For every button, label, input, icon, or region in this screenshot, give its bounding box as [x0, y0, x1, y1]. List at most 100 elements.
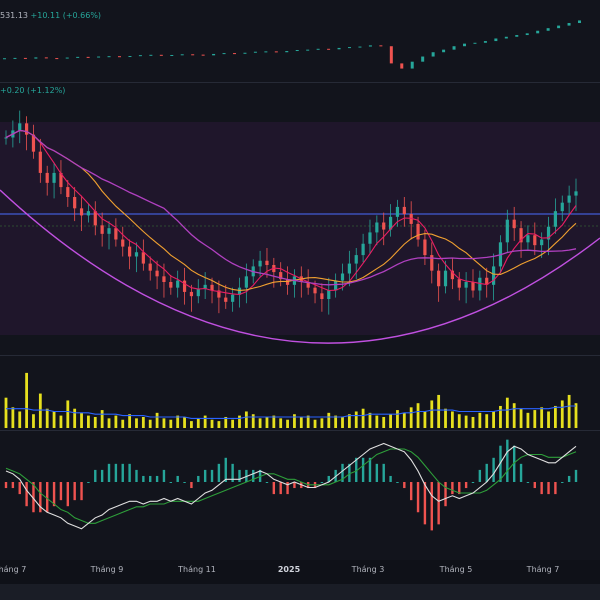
macd-histogram-bar — [416, 482, 420, 513]
volume-bar — [409, 407, 413, 428]
index-candle — [368, 45, 372, 47]
volume-bar — [519, 408, 523, 428]
macd-histogram-bar — [444, 482, 447, 507]
price-candle — [368, 232, 372, 244]
macd-histogram-bar — [59, 482, 63, 501]
volume-bar — [73, 408, 77, 428]
x-tick-label: 2025 — [277, 565, 301, 574]
volume-bar — [279, 418, 283, 428]
index-candle — [253, 51, 257, 53]
index-candle — [97, 56, 101, 58]
volume-bar — [100, 410, 104, 428]
volume-bar — [265, 416, 269, 428]
macd-histogram-bar — [128, 463, 131, 482]
price-candle — [231, 294, 235, 302]
macd-histogram-bar — [286, 482, 289, 495]
macd-histogram-bar — [492, 457, 495, 482]
index-candle — [264, 51, 268, 53]
bottom-toolbar — [0, 584, 600, 600]
index-candle — [55, 58, 59, 60]
macd-histogram-bar — [265, 482, 269, 483]
index-candle — [400, 63, 404, 69]
macd-histogram-bar — [135, 469, 138, 482]
macd-histogram-bar — [561, 482, 564, 483]
macd-histogram-bar — [396, 482, 399, 483]
macd-histogram-bar — [382, 463, 385, 482]
chart-canvas[interactable] — [0, 0, 600, 600]
index-candle — [348, 47, 351, 49]
volume-bar — [299, 416, 303, 428]
macd-histogram-bar — [279, 482, 282, 495]
index-candle — [243, 52, 247, 54]
volume-bar — [485, 414, 489, 428]
macd-histogram-bar — [540, 482, 543, 495]
index-candle — [149, 54, 153, 56]
index-candle — [191, 54, 195, 56]
index-candle — [463, 43, 466, 47]
volume-bar — [238, 415, 241, 428]
volume-bar — [80, 412, 83, 428]
index-candle — [358, 46, 362, 48]
x-tick-label: Tháng 5 — [439, 565, 473, 574]
macd-histogram-bar — [464, 482, 468, 489]
index-candle — [431, 52, 435, 57]
volume-bar — [25, 372, 29, 428]
macd-histogram-bar — [73, 482, 76, 501]
volume-bar — [553, 405, 557, 428]
volume-bar — [389, 414, 392, 428]
volume-bar — [210, 419, 214, 428]
price-candle — [114, 228, 118, 240]
index-candle — [274, 51, 278, 53]
macd-histogram-bar — [423, 482, 427, 525]
macd-histogram-bar — [121, 463, 124, 482]
index-candle — [306, 49, 310, 51]
index-candle — [76, 56, 80, 58]
macd-histogram-bar — [451, 482, 454, 495]
x-tick-label: Tháng 9 — [90, 565, 124, 574]
macd-histogram-bar — [155, 475, 159, 482]
macd-histogram-bar — [506, 439, 509, 482]
index-candle — [159, 54, 163, 56]
volume-bar — [423, 411, 427, 428]
volume-bar — [32, 414, 35, 428]
index-candle — [410, 61, 414, 69]
price-candle — [155, 270, 159, 277]
macd-histogram-bar — [361, 457, 365, 482]
price-candle — [437, 270, 441, 287]
index-candle — [567, 23, 571, 26]
index-candle — [295, 50, 299, 52]
price-candle — [38, 151, 42, 173]
price-candle — [189, 291, 194, 297]
index-candle — [337, 47, 341, 50]
volume-bar — [327, 412, 331, 428]
volume-bar — [231, 419, 235, 428]
macd-histogram-bar — [403, 482, 406, 489]
volume-bar — [471, 416, 475, 428]
macd-histogram-bar — [87, 482, 90, 483]
macd-histogram-bar — [320, 482, 324, 483]
price-candle — [347, 263, 351, 274]
index-candle — [504, 36, 508, 39]
macd-histogram-bar — [485, 463, 488, 482]
macd-histogram-bar — [203, 469, 207, 482]
price-candle — [560, 202, 564, 212]
price-candle — [471, 282, 475, 291]
volume-bar — [141, 416, 145, 428]
price-candle — [52, 172, 56, 183]
price-candle — [176, 280, 180, 288]
macd-histogram-bar — [478, 469, 482, 482]
volume-bar — [107, 418, 111, 428]
price-candle — [340, 273, 345, 281]
volume-bar — [45, 408, 49, 428]
macd-histogram-bar — [142, 475, 145, 482]
price-candle — [464, 282, 468, 288]
volume-bar — [4, 397, 8, 428]
macd-histogram-bar — [149, 475, 152, 482]
macd-histogram-bar — [272, 482, 276, 495]
index-candle — [285, 51, 289, 53]
volume-bar — [430, 400, 434, 428]
x-tick-label: Tháng 11 — [178, 565, 216, 574]
volume-bar — [217, 421, 221, 428]
price-candle — [574, 191, 578, 196]
volume-bar — [354, 411, 358, 428]
